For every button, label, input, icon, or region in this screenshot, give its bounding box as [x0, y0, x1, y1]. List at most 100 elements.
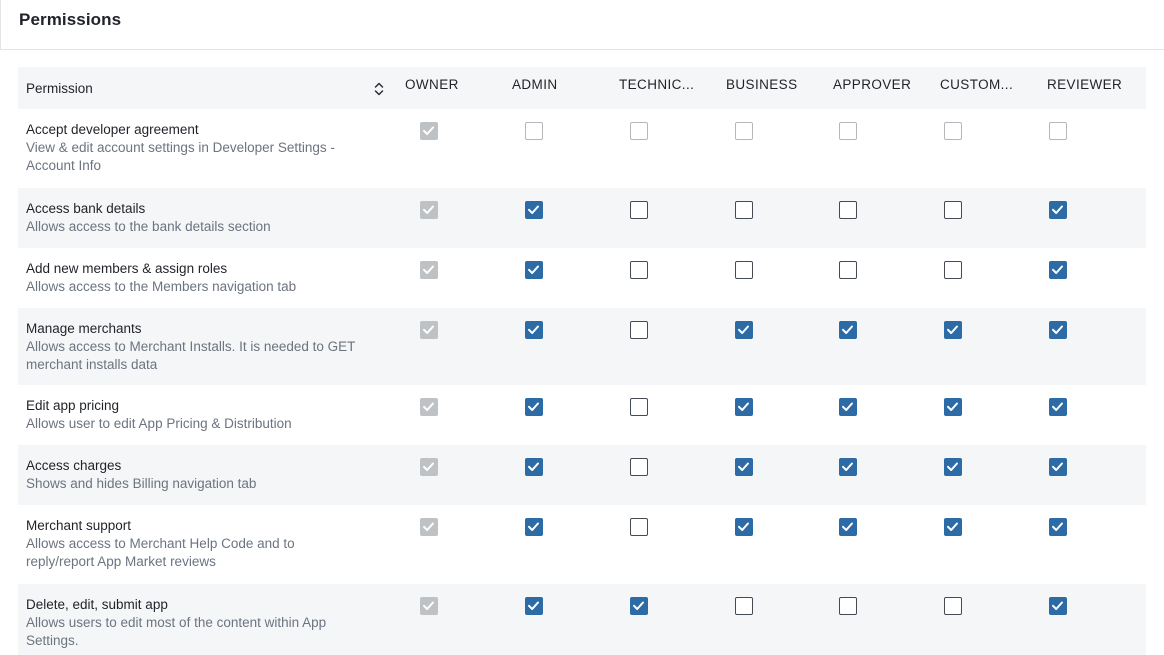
permission-cell: Merchant support Allows access to Merchan… — [26, 517, 396, 571]
permission-checkbox[interactable] — [735, 122, 753, 140]
permission-checkbox[interactable] — [1049, 261, 1067, 279]
permission-checkbox[interactable] — [735, 518, 753, 536]
checkmark-icon — [1052, 402, 1063, 411]
permission-name: Delete, edit, submit app — [26, 597, 168, 612]
permission-cell: Access bank details Allows access to the … — [26, 200, 396, 236]
column-header: TECHNIC... — [619, 77, 695, 92]
checkmark-icon — [528, 601, 539, 610]
permission-checkbox[interactable] — [1049, 122, 1067, 140]
permission-checkbox[interactable] — [735, 261, 753, 279]
permission-checkbox[interactable] — [1049, 597, 1067, 615]
checkmark-icon — [1052, 522, 1063, 531]
checkmark-icon — [1052, 265, 1063, 274]
column-header: REVIEWER — [1047, 77, 1123, 92]
permission-checkbox[interactable] — [630, 122, 648, 140]
permission-checkbox[interactable] — [839, 261, 857, 279]
column-header: OWNER — [405, 77, 459, 92]
permission-description: Shows and hides Billing navigation tab — [26, 476, 257, 491]
checkmark-icon — [947, 462, 958, 471]
permission-checkbox[interactable] — [839, 597, 857, 615]
permission-checkbox — [420, 201, 438, 219]
checkmark-icon — [947, 325, 958, 334]
table-row: Merchant support Allows access to Merchan… — [18, 505, 1146, 584]
table-row: Add new members & assign roles Allows acc… — [18, 248, 1146, 308]
permission-checkbox[interactable] — [630, 261, 648, 279]
checkmark-icon — [947, 522, 958, 531]
permission-cell: Add new members & assign roles Allows acc… — [26, 260, 396, 296]
checkmark-icon — [423, 265, 434, 274]
checkmark-icon — [842, 325, 853, 334]
permission-cell: Accept developer agreement View & edit ac… — [26, 121, 396, 175]
permission-name: Add new members & assign roles — [26, 261, 228, 276]
checkmark-icon — [528, 522, 539, 531]
permission-checkbox[interactable] — [839, 518, 857, 536]
permission-checkbox — [420, 122, 438, 140]
permission-checkbox[interactable] — [735, 321, 753, 339]
checkmark-icon — [1052, 601, 1063, 610]
permission-checkbox[interactable] — [525, 122, 543, 140]
permission-column-header: Permission — [26, 81, 93, 96]
permission-checkbox[interactable] — [944, 122, 962, 140]
permission-checkbox[interactable] — [839, 321, 857, 339]
permission-checkbox[interactable] — [630, 398, 648, 416]
checkmark-icon — [423, 522, 434, 531]
permission-name: Access charges — [26, 458, 122, 473]
permission-checkbox[interactable] — [944, 518, 962, 536]
column-header: BUSINESS — [726, 77, 798, 92]
permission-checkbox[interactable] — [735, 458, 753, 476]
checkmark-icon — [842, 402, 853, 411]
permission-checkbox — [420, 261, 438, 279]
checkmark-icon — [423, 462, 434, 471]
permission-checkbox[interactable] — [735, 597, 753, 615]
table-row: Access bank details Allows access to the … — [18, 188, 1146, 248]
checkmark-icon — [423, 325, 434, 334]
permission-checkbox[interactable] — [1049, 518, 1067, 536]
permission-checkbox[interactable] — [1049, 458, 1067, 476]
permission-checkbox[interactable] — [944, 597, 962, 615]
permission-name: Merchant support — [26, 518, 132, 533]
checkmark-icon — [423, 205, 434, 214]
permission-checkbox[interactable] — [525, 321, 543, 339]
permission-checkbox[interactable] — [630, 597, 648, 615]
permission-checkbox[interactable] — [944, 201, 962, 219]
checkmark-icon — [738, 462, 749, 471]
permission-checkbox[interactable] — [630, 321, 648, 339]
permission-checkbox[interactable] — [630, 458, 648, 476]
column-header: ADMIN — [512, 77, 558, 92]
checkmark-icon — [842, 462, 853, 471]
permission-checkbox[interactable] — [839, 398, 857, 416]
permission-checkbox[interactable] — [735, 398, 753, 416]
permission-cell: Edit app pricing Allows user to edit App … — [26, 397, 396, 433]
permission-checkbox[interactable] — [525, 201, 543, 219]
permission-checkbox[interactable] — [735, 201, 753, 219]
permission-checkbox[interactable] — [1049, 398, 1067, 416]
permission-checkbox[interactable] — [839, 458, 857, 476]
permission-checkbox — [420, 518, 438, 536]
permission-checkbox[interactable] — [630, 201, 648, 219]
permission-checkbox[interactable] — [944, 458, 962, 476]
sort-arrows-icon[interactable] — [373, 80, 385, 98]
checkmark-icon — [528, 402, 539, 411]
permission-checkbox[interactable] — [944, 261, 962, 279]
permission-checkbox[interactable] — [630, 518, 648, 536]
permission-checkbox[interactable] — [944, 398, 962, 416]
permission-checkbox[interactable] — [944, 321, 962, 339]
checkmark-icon — [1052, 205, 1063, 214]
checkmark-icon — [633, 601, 644, 610]
permission-checkbox[interactable] — [1049, 321, 1067, 339]
table-row: Manage merchants Allows access to Merchan… — [18, 308, 1146, 385]
permission-checkbox[interactable] — [525, 518, 543, 536]
permission-checkbox[interactable] — [525, 398, 543, 416]
permission-checkbox — [420, 321, 438, 339]
permission-checkbox[interactable] — [839, 201, 857, 219]
permission-checkbox[interactable] — [525, 597, 543, 615]
permission-checkbox[interactable] — [839, 122, 857, 140]
permission-checkbox[interactable] — [525, 261, 543, 279]
table-row: Accept developer agreement View & edit ac… — [18, 109, 1146, 188]
permission-checkbox[interactable] — [1049, 201, 1067, 219]
column-header: APPROVER — [833, 77, 912, 92]
permission-checkbox[interactable] — [525, 458, 543, 476]
permission-description: Allows access to Merchant Help Code and … — [26, 536, 295, 551]
table-header-row: Permission OWNER ADMIN TECHNIC... BUSINESS A… — [18, 67, 1146, 109]
permission-description: Settings. — [26, 633, 79, 648]
